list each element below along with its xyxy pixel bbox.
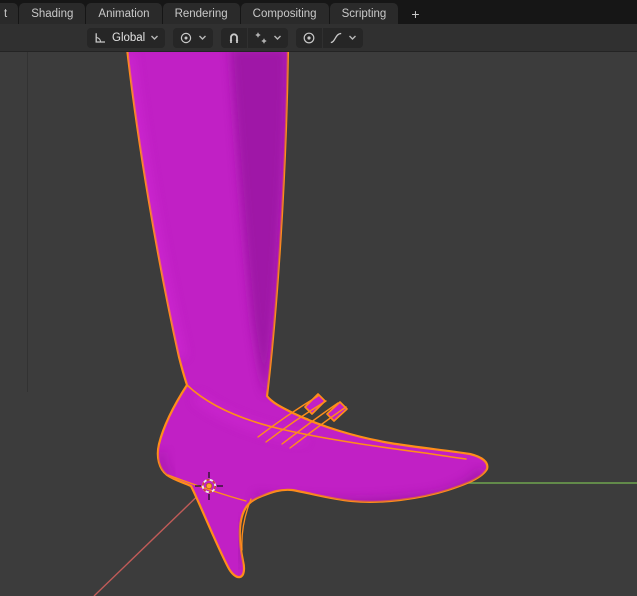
tab-label: Rendering bbox=[174, 7, 228, 20]
tab-label: t bbox=[4, 7, 8, 20]
tab-label: Scripting bbox=[341, 7, 387, 20]
snap-increment-icon bbox=[254, 31, 268, 45]
tab-label: Animation bbox=[98, 7, 150, 20]
chevron-down-icon bbox=[273, 34, 282, 41]
tab-texture-paint-partial[interactable]: t bbox=[0, 3, 19, 24]
selected-object-shoe[interactable] bbox=[125, 52, 489, 579]
viewport-3d[interactable] bbox=[0, 52, 637, 596]
viewport-scene bbox=[27, 52, 637, 596]
axis-x-line bbox=[93, 482, 212, 596]
proportional-editing-group bbox=[296, 27, 364, 48]
strap-buckles bbox=[304, 393, 348, 422]
workspace-tabbar: t Shading Animation Rendering Compositin… bbox=[0, 0, 637, 24]
transform-orientation-value: Global bbox=[112, 31, 146, 44]
snap-toggle-button[interactable] bbox=[221, 27, 248, 48]
chevron-down-icon bbox=[348, 34, 357, 41]
tab-rendering[interactable]: Rendering bbox=[162, 3, 240, 24]
proportional-falloff-dropdown[interactable] bbox=[323, 27, 364, 48]
tab-label: Shading bbox=[31, 7, 74, 20]
object-origin-dot bbox=[205, 482, 213, 490]
chevron-down-icon bbox=[150, 34, 159, 41]
tab-animation[interactable]: Animation bbox=[86, 3, 162, 24]
viewport-tool-header: Global bbox=[0, 24, 637, 52]
add-workspace-button[interactable]: + bbox=[402, 3, 428, 24]
chevron-down-icon bbox=[198, 34, 207, 41]
tab-compositing[interactable]: Compositing bbox=[240, 3, 329, 24]
transform-orientation-icon bbox=[93, 31, 107, 45]
snap-settings-dropdown[interactable] bbox=[248, 27, 289, 48]
falloff-curve-icon bbox=[329, 31, 343, 45]
snapping-group bbox=[221, 27, 289, 48]
proportional-editing-toggle[interactable] bbox=[296, 27, 323, 48]
pivot-point-icon bbox=[179, 31, 193, 45]
pivot-point-dropdown[interactable] bbox=[173, 27, 214, 48]
magnet-icon bbox=[227, 31, 241, 45]
tab-scripting[interactable]: Scripting bbox=[329, 3, 399, 24]
tool-settings-controls: Global bbox=[87, 27, 364, 48]
transform-orientation-dropdown[interactable]: Global bbox=[87, 27, 166, 48]
tab-label: Compositing bbox=[252, 7, 317, 20]
proportional-editing-icon bbox=[302, 31, 316, 45]
tab-shading[interactable]: Shading bbox=[19, 3, 86, 24]
